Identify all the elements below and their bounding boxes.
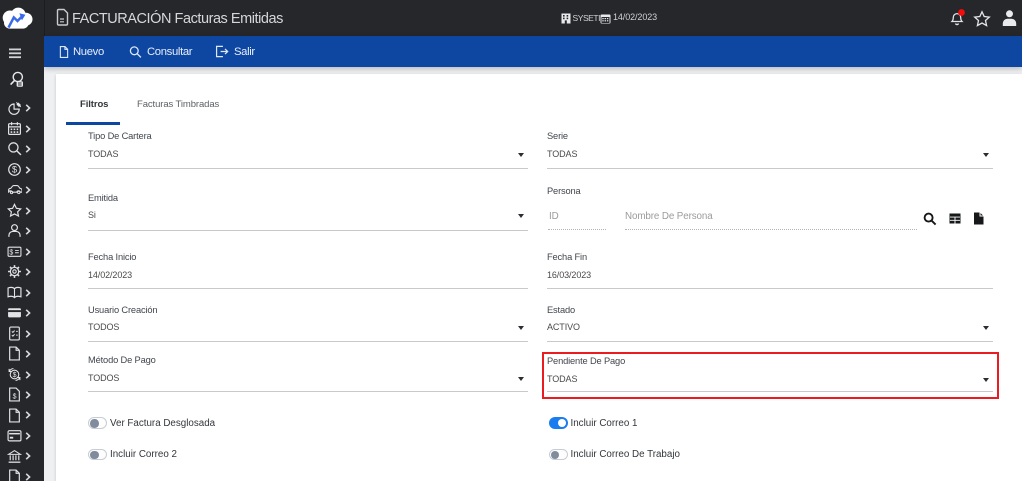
svg-text:$: $	[12, 165, 17, 175]
svg-text:$: $	[13, 372, 17, 379]
svg-text:$: $	[13, 393, 17, 400]
svg-text:$: $	[9, 249, 13, 256]
